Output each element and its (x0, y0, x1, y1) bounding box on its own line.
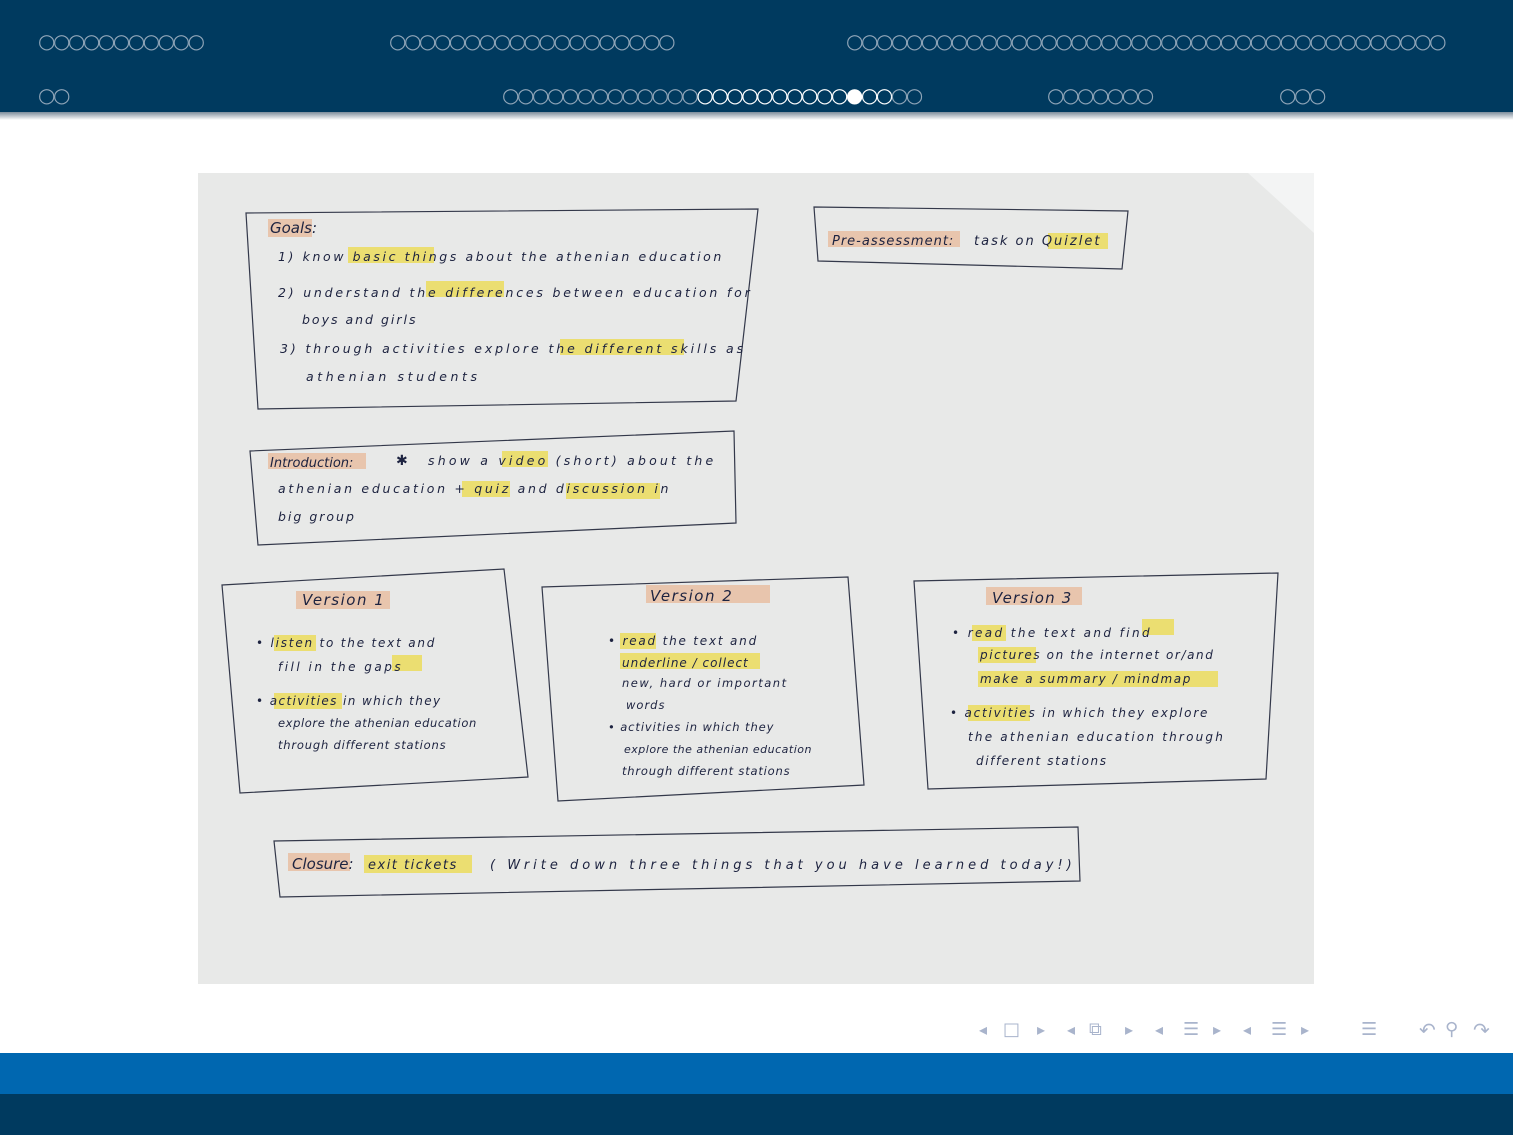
intro-line-2: athenian education + quiz and discussion… (278, 481, 671, 496)
svg-text:explore the athenian education: explore the athenian education (278, 716, 477, 730)
closure-heading: Closure: (292, 855, 354, 873)
version-1-title: Version 1 (302, 591, 385, 609)
section-7-dots[interactable]: ○○○ (1279, 85, 1326, 105)
goals-heading: Goals: (270, 219, 317, 237)
goal-line-4: 3) through activities explore the differ… (280, 341, 746, 356)
goal-line-3: boys and girls (302, 312, 418, 327)
svg-text:explore the athenian education: explore the athenian education (624, 743, 812, 756)
part-icon[interactable]: ☰ (1271, 1018, 1287, 1042)
intro-line-1: show a video (short) about the (428, 453, 716, 468)
toc-icon[interactable]: ☰ (1361, 1018, 1377, 1042)
goal-line-1: 1) know basic things about the athenian … (278, 249, 724, 264)
svg-text:pictures on the internet or/an: pictures on the internet or/and (979, 648, 1214, 662)
prev-section-button[interactable]: ◂ (1155, 1018, 1163, 1042)
section-6-dots[interactable]: ○○○○○○○ (1047, 85, 1154, 105)
section-icon[interactable]: ☰ (1183, 1018, 1199, 1042)
pre-assessment-text: task on Quizlet (974, 234, 1101, 249)
footer-bar-top (0, 1053, 1513, 1094)
prev-subsection-button[interactable]: ◂ (1067, 1018, 1075, 1042)
version-2-title: Version 2 (650, 587, 733, 605)
forward-icon[interactable]: ↷ (1473, 1018, 1490, 1042)
svg-text:• read the text and: • read the text and (608, 634, 758, 648)
goal-line-5: athenian students (306, 369, 481, 384)
svg-text:underline / collect: underline / collect (622, 656, 749, 670)
svg-text:through different stations: through different stations (622, 764, 790, 778)
pre-assessment-heading: Pre-assessment: (832, 234, 954, 249)
search-icon[interactable]: ⚲ (1445, 1018, 1458, 1042)
current-subsection-dots[interactable]: ○○○○○○○○○○●○○ (696, 83, 893, 107)
next-frame-button[interactable]: ▸ (1037, 1018, 1045, 1042)
version-3-title: Version 3 (992, 589, 1073, 607)
section-3-dots[interactable]: ○○○○○○○○○○○○○○○○○○○○○○○○○○○○○○○○○○○○○○○○ (846, 31, 1447, 51)
prev-part-button[interactable]: ◂ (1243, 1018, 1251, 1042)
frame-icon[interactable]: □ (1003, 1018, 1020, 1042)
closure-highlight: exit tickets (368, 858, 458, 873)
svg-text:make a summary / mindmap: make a summary / mindmap (980, 672, 1192, 686)
next-subsection-button[interactable]: ▸ (1125, 1018, 1133, 1042)
svg-text:• activities in which they: • activities in which they (256, 694, 442, 708)
closure-text: ( Write down three things that you have … (490, 858, 1076, 873)
section-4-dots[interactable]: ○○ (38, 85, 70, 105)
svg-text:words: words (626, 698, 665, 712)
intro-line-3: big group (278, 509, 356, 524)
goal-line-2: 2) understand the differences between ed… (278, 285, 753, 300)
svg-text:different stations: different stations (976, 754, 1108, 768)
lesson-plan-photo: Goals: 1) know basic things about the at… (198, 173, 1314, 984)
footer-bar-bottom (0, 1094, 1513, 1135)
svg-text:through different stations: through different stations (278, 738, 446, 752)
svg-text:fill in the gaps: fill in the gaps (278, 660, 403, 674)
svg-text:the athenian education through: the athenian education through (968, 730, 1225, 744)
subsection-icon[interactable]: ⧉ (1089, 1018, 1102, 1042)
introduction-heading: Introduction: (270, 456, 353, 471)
svg-text:• read the text and find: • read the text and find (952, 626, 1152, 640)
prev-frame-button[interactable]: ◂ (979, 1018, 987, 1042)
next-section-button[interactable]: ▸ (1213, 1018, 1221, 1042)
next-part-button[interactable]: ▸ (1301, 1018, 1309, 1042)
svg-text:• activities in which they exp: • activities in which they explore (950, 706, 1209, 720)
svg-text:new, hard or important: new, hard or important (622, 676, 788, 690)
beamer-navigation-controls: ◂ □ ▸ ◂ ⧉ ▸ ◂ ☰ ▸ ◂ ☰ ▸ ☰ ↶ ⚲ ↷ (975, 1018, 1505, 1044)
section-2-dots[interactable]: ○○○○○○○○○○○○○○○○○○○ (389, 31, 676, 51)
section-5-dots[interactable]: ○○○○○○○○○○○○○○○○○○○○○○○●○○○○ (502, 83, 923, 107)
section-1-dots[interactable]: ○○○○○○○○○○○ (38, 31, 205, 51)
back-icon[interactable]: ↶ (1419, 1018, 1436, 1042)
svg-text:✱: ✱ (396, 453, 408, 469)
svg-text:• activities in which they: • activities in which they (608, 720, 774, 734)
svg-text:• listen to the text and: • listen to the text and (256, 636, 436, 650)
navigation-header: ○○○○○○○○○○○ ○○○○○○○○○○○○○○○○○○○ ○○○○○○○○… (0, 0, 1513, 120)
